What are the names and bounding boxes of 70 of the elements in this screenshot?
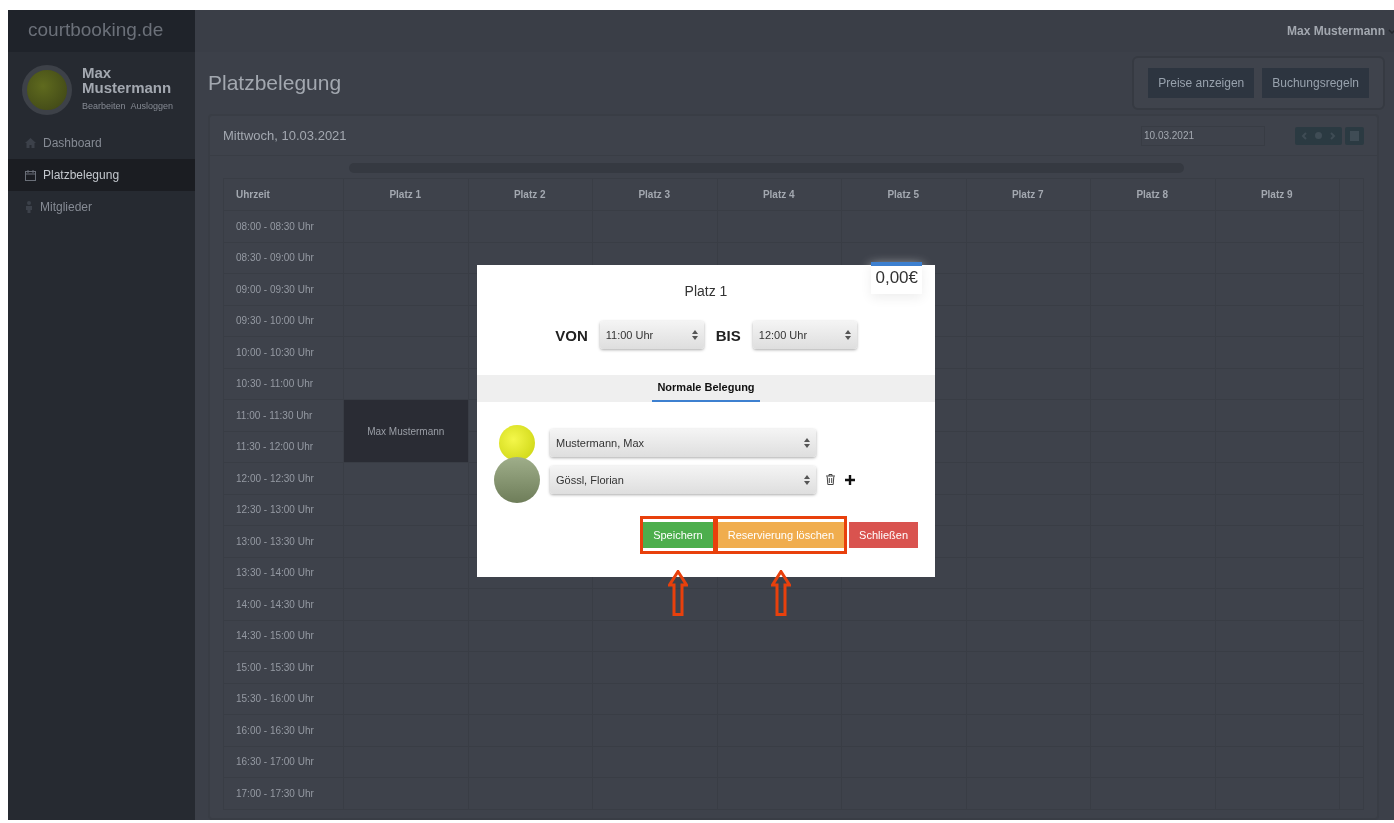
time-cell: 09:00 - 09:30 Uhr	[223, 273, 344, 305]
sort-caret-icon	[804, 437, 810, 448]
sort-caret-icon	[804, 474, 810, 485]
time-cell: 12:00 - 12:30 Uhr	[223, 462, 344, 494]
column-header: Platz 2	[468, 178, 593, 211]
page-title: Platzbelegung	[208, 71, 342, 95]
dialog-title: Platz 1	[683, 283, 729, 299]
time-cell: 15:00 - 15:30 Uhr	[223, 651, 344, 683]
to-label: BIS	[715, 326, 741, 344]
header-button[interactable]: Preise anzeigen	[1148, 68, 1255, 98]
player-select[interactable]: Gössl, Florian	[550, 465, 816, 494]
dialog-button[interactable]: Speichern	[643, 522, 713, 548]
plus-icon[interactable]	[845, 474, 855, 485]
column-header: Platz 3	[592, 178, 717, 211]
time-cell: 08:00 - 08:30 Uhr	[223, 210, 344, 242]
dialog-button[interactable]: Schließen	[849, 522, 918, 548]
header-button[interactable]: Buchungsregeln	[1262, 68, 1369, 98]
column-header: Platz 8	[1090, 178, 1215, 211]
time-cell: 15:30 - 16:00 Uhr	[223, 683, 344, 715]
up-arrow-icon	[770, 570, 791, 616]
time-cell: 16:00 - 16:30 Uhr	[223, 714, 344, 746]
time-cell: 14:00 - 14:30 Uhr	[223, 588, 344, 620]
date-field[interactable]: 10.03.2021	[1141, 125, 1265, 146]
price-badge: 0,00€	[871, 262, 922, 294]
column-header: Uhrzeit	[223, 178, 344, 211]
column-header: Platz 4	[717, 178, 842, 211]
to-select[interactable]: 12:00 Uhr	[752, 321, 857, 349]
time-cell: 08:30 - 09:00 Uhr	[223, 242, 344, 274]
table-cell[interactable]	[592, 588, 717, 620]
up-arrow-icon	[667, 570, 688, 616]
sidebar-item[interactable]: Mitglieder	[8, 191, 195, 223]
column-header: Platz 7	[966, 178, 1091, 211]
time-cell: 11:00 - 11:30 Uhr	[223, 399, 344, 431]
column-header: Platz 5	[841, 178, 966, 211]
profile-link[interactable]: Bearbeiten	[82, 101, 126, 111]
booking-cell[interactable]: Max Mustermann	[343, 399, 468, 463]
player-select[interactable]: Mustermann, Max	[550, 428, 816, 457]
from-select[interactable]: 11:00 Uhr	[599, 321, 704, 349]
sort-caret-icon	[844, 330, 851, 340]
time-cell: 14:30 - 15:00 Uhr	[223, 620, 344, 652]
sort-caret-icon	[691, 330, 698, 340]
home-icon	[25, 138, 36, 148]
tab[interactable]: Normale Belegung	[652, 375, 760, 402]
time-cell: 09:30 - 10:00 Uhr	[223, 305, 344, 337]
column-header: Platz 9	[1215, 178, 1340, 211]
time-cell: 12:30 - 13:00 Uhr	[223, 494, 344, 526]
avatar	[22, 65, 72, 115]
profile-name: Max Mustermann	[82, 65, 173, 95]
time-cell: 16:30 - 17:00 Uhr	[223, 746, 344, 778]
time-cell: 13:00 - 13:30 Uhr	[223, 525, 344, 557]
sidebar-item[interactable]: Dashboard	[8, 127, 195, 159]
photo-placeholder	[494, 456, 540, 503]
tennis-ball-avatar	[499, 424, 535, 461]
time-cell: 10:30 - 11:00 Uhr	[223, 368, 344, 400]
date-heading: Mittwoch, 10.03.2021	[223, 128, 348, 143]
time-cell: 17:00 - 17:30 Uhr	[223, 777, 344, 809]
chevron-down-icon	[1388, 28, 1394, 34]
calendar-icon	[25, 169, 36, 181]
column-header: Platz 1	[343, 178, 468, 211]
brand-logo[interactable]: courtbooking.de	[8, 10, 195, 52]
trash-icon[interactable]	[826, 474, 835, 485]
from-label: VON	[555, 326, 588, 344]
time-cell: 10:00 - 10:30 Uhr	[223, 336, 344, 368]
table-cell[interactable]	[717, 588, 842, 620]
time-cell: 13:30 - 14:00 Uhr	[223, 557, 344, 589]
sidebar-item[interactable]: Platzbelegung	[8, 159, 195, 191]
user-menu[interactable]: Max Mustermann	[1286, 24, 1394, 38]
time-cell: 11:30 - 12:00 Uhr	[223, 431, 344, 463]
profile-link[interactable]: Ausloggen	[130, 101, 174, 111]
person-icon	[25, 201, 33, 213]
